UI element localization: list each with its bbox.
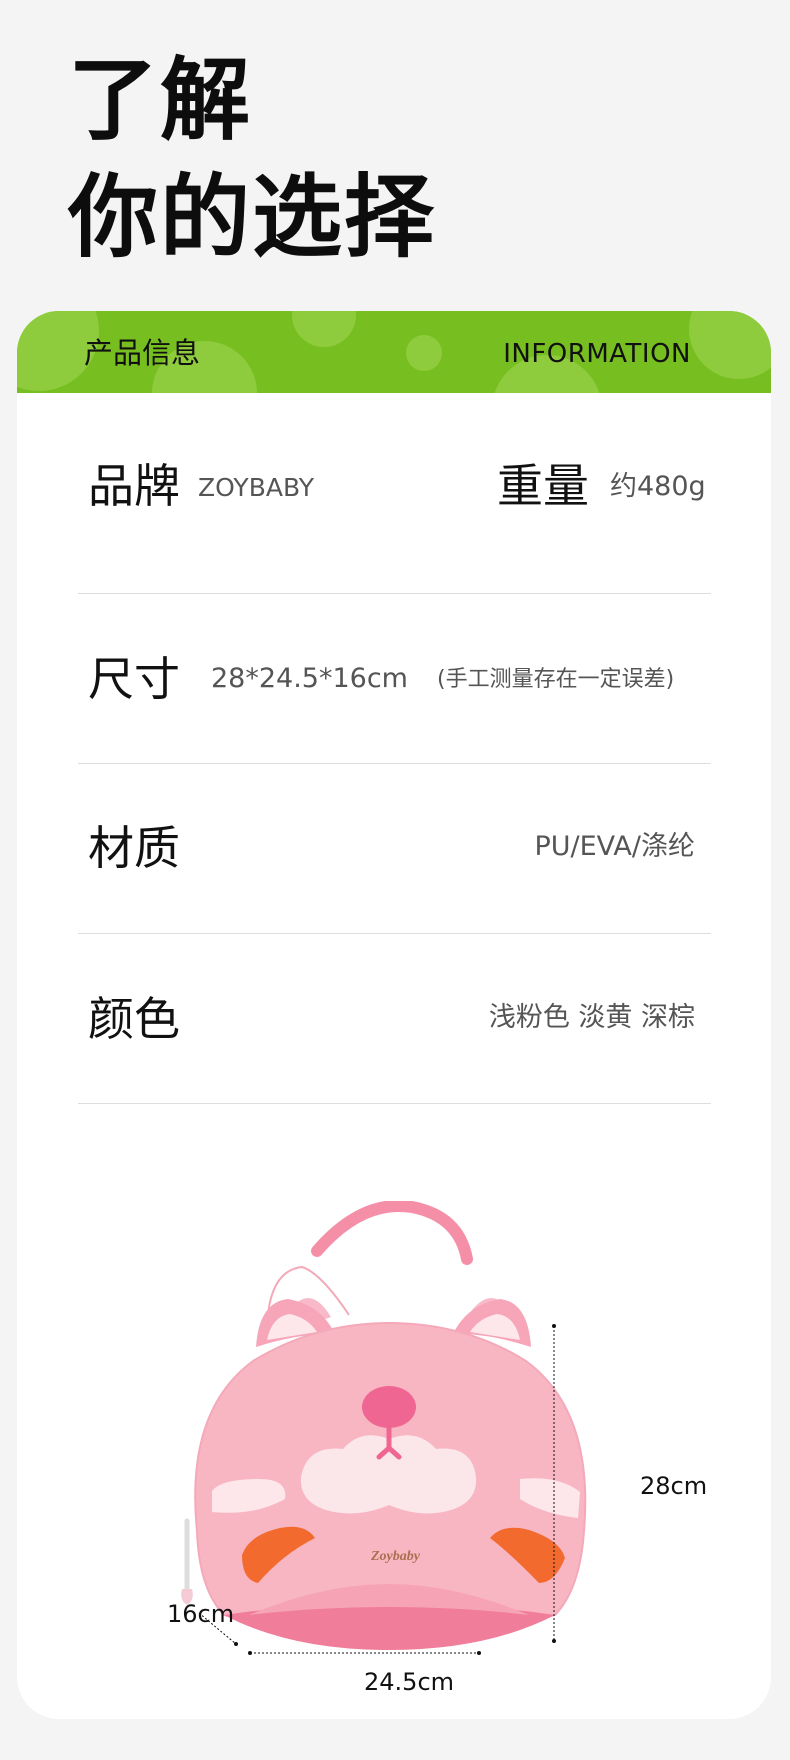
decorative-bubble — [689, 311, 771, 379]
hero-title: 了解 你的选择 — [68, 42, 436, 276]
product-logo-text: Zoybaby — [371, 1549, 420, 1564]
color-label: 颜色 — [88, 992, 180, 1046]
product-info-card: 产品信息 INFORMATION 品牌 ZOYBABY 重量 约480g 尺寸 … — [17, 311, 771, 1719]
size-label: 尺寸 — [88, 652, 180, 706]
pink-cat-backpack-image — [181, 1200, 587, 1655]
material-value: PU/EVA/涤纶 — [534, 831, 695, 862]
size-note: (手工测量存在一定误差) — [437, 667, 675, 692]
width-dimension-label: 24.5cm — [364, 1668, 455, 1696]
weight-label: 重量 — [497, 459, 589, 513]
spec-row-size: 尺寸 28*24.5*16cm (手工测量存在一定误差) — [78, 595, 711, 764]
decorative-bubble — [406, 335, 442, 371]
header-title-cn: 产品信息 — [84, 336, 201, 370]
hero-title-line-1: 了解 — [68, 48, 252, 153]
product-info-page: 了解 你的选择 产品信息 INFORMATION 品牌 ZOYBABY 重量 约… — [0, 0, 790, 1760]
material-label: 材质 — [88, 821, 180, 875]
height-dimension-label: 28cm — [640, 1472, 708, 1500]
spec-row-brand-weight: 品牌 ZOYBABY 重量 约480g — [78, 393, 711, 594]
color-value: 浅粉色 淡黄 深棕 — [488, 1002, 695, 1033]
brand-label: 品牌 — [88, 459, 180, 513]
header-title-en: INFORMATION — [503, 339, 691, 369]
size-value: 28*24.5*16cm — [211, 663, 408, 694]
spec-row-color: 颜色 浅粉色 淡黄 深棕 — [78, 935, 711, 1104]
decorative-bubble — [292, 311, 356, 347]
depth-dimension-label: 16cm — [167, 1600, 235, 1628]
card-header: 产品信息 INFORMATION — [17, 311, 771, 393]
product-figure: Zoybaby 28cm 24.5cm 16cm — [157, 1200, 717, 1696]
brand-value: ZOYBABY — [198, 473, 315, 502]
hero-title-line-2: 你的选择 — [68, 165, 436, 270]
spec-row-material: 材质 PU/EVA/涤纶 — [78, 765, 711, 934]
weight-value: 约480g — [610, 471, 706, 502]
